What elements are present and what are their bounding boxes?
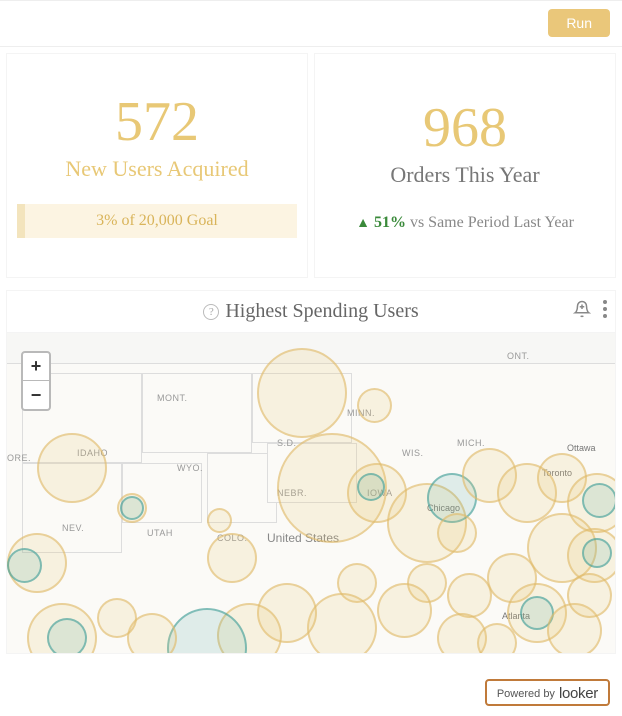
region-label: ORE. bbox=[7, 453, 31, 463]
data-bubble[interactable] bbox=[7, 548, 42, 583]
data-bubble[interactable] bbox=[582, 538, 612, 568]
looker-logo: looker bbox=[559, 685, 598, 702]
data-bubble[interactable] bbox=[357, 473, 385, 501]
orders-comparison: ▲ 51% vs Same Period Last Year bbox=[356, 214, 574, 232]
powered-by-text: Powered by bbox=[497, 688, 555, 700]
new-users-value: 572 bbox=[115, 94, 199, 150]
data-bubble[interactable] bbox=[567, 573, 612, 618]
data-bubble[interactable] bbox=[97, 598, 137, 638]
orders-pct-change: 51% bbox=[374, 214, 406, 231]
data-bubble[interactable] bbox=[447, 573, 492, 618]
zoom-in-button[interactable]: + bbox=[23, 353, 49, 381]
help-icon[interactable]: ? bbox=[203, 304, 219, 320]
data-bubble[interactable] bbox=[377, 583, 432, 638]
zoom-control: + − bbox=[21, 351, 51, 411]
data-bubble[interactable] bbox=[257, 348, 347, 438]
map-panel: ? Highest Spending Users ONT. MONT. IDAH… bbox=[6, 290, 616, 654]
new-users-card: 572 New Users Acquired 3% of 20,000 Goal bbox=[6, 53, 308, 278]
kebab-menu-icon[interactable] bbox=[603, 300, 607, 323]
region-label: WYO. bbox=[177, 463, 203, 473]
city-label: Ottawa bbox=[567, 443, 596, 453]
arrow-up-icon: ▲ bbox=[356, 216, 370, 231]
land-block bbox=[142, 373, 252, 453]
orders-card: 968 Orders This Year ▲ 51% vs Same Perio… bbox=[314, 53, 616, 278]
region-label: MICH. bbox=[457, 438, 485, 448]
data-bubble[interactable] bbox=[357, 388, 392, 423]
region-label: UTAH bbox=[147, 528, 173, 538]
data-bubble[interactable] bbox=[207, 508, 232, 533]
orders-vs-text: vs Same Period Last Year bbox=[410, 214, 574, 231]
zoom-out-button[interactable]: − bbox=[23, 381, 49, 409]
new-users-title: New Users Acquired bbox=[65, 156, 248, 182]
map-title-text: Highest Spending Users bbox=[225, 300, 418, 323]
data-bubble[interactable] bbox=[120, 496, 144, 520]
data-bubble[interactable] bbox=[582, 483, 615, 518]
region-label: WIS. bbox=[402, 448, 424, 458]
data-bubble[interactable] bbox=[207, 533, 257, 583]
data-bubble[interactable] bbox=[37, 433, 107, 503]
goal-progress-bar: 3% of 20,000 Goal bbox=[17, 204, 297, 238]
map-header: ? Highest Spending Users bbox=[7, 291, 615, 333]
region-label: S.D. bbox=[277, 438, 297, 448]
kpi-cards-row: 572 New Users Acquired 3% of 20,000 Goal… bbox=[0, 46, 622, 284]
data-bubble[interactable] bbox=[47, 618, 87, 653]
goal-progress-text: 3% of 20,000 Goal bbox=[96, 212, 218, 230]
region-label: MONT. bbox=[157, 393, 188, 403]
bell-icon[interactable] bbox=[573, 300, 591, 323]
orders-title: Orders This Year bbox=[390, 162, 539, 188]
region-label: NEV. bbox=[62, 523, 84, 533]
map-canvas[interactable]: ONT. MONT. IDAHO ORE. NEV. UTAH WYO. COL… bbox=[7, 333, 615, 653]
run-button[interactable]: Run bbox=[548, 9, 610, 37]
topbar: Run bbox=[0, 0, 622, 46]
map-title: ? Highest Spending Users bbox=[203, 300, 418, 323]
data-bubble[interactable] bbox=[437, 513, 477, 553]
orders-value: 968 bbox=[423, 100, 507, 156]
goal-progress-fill bbox=[17, 204, 25, 238]
region-label: ONT. bbox=[507, 351, 530, 361]
powered-by-badge[interactable]: Powered by looker bbox=[485, 679, 610, 706]
map-actions bbox=[573, 300, 607, 323]
